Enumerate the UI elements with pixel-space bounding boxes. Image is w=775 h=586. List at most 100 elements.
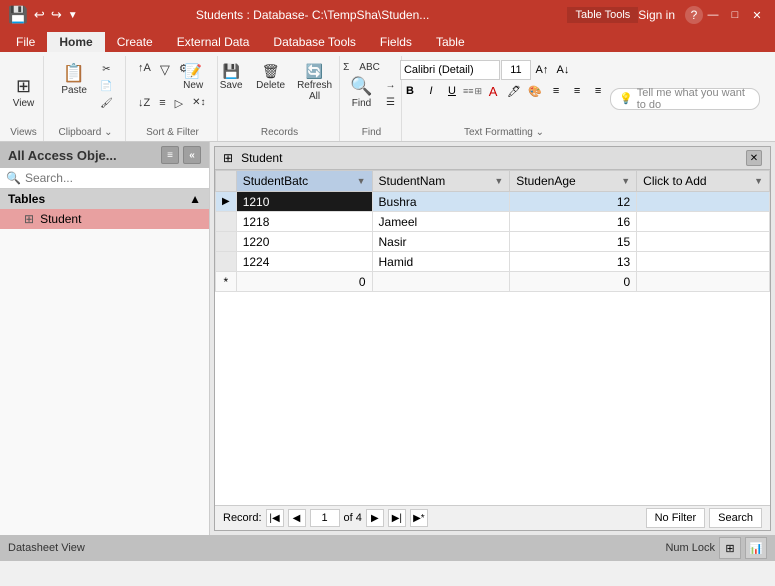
- close-btn[interactable]: ✕: [747, 5, 767, 25]
- ascending-btn[interactable]: ↑A: [134, 60, 155, 76]
- nav-pane: All Access Obje... ≡ « 🔍 Tables ▲ ⊞ Stud…: [0, 142, 210, 535]
- bold-btn[interactable]: B: [400, 82, 420, 100]
- cell-name-3[interactable]: Nasir: [372, 232, 510, 252]
- highlight-btn[interactable]: 🖊: [504, 82, 524, 100]
- undo-btn[interactable]: ↩: [34, 7, 45, 23]
- datasheet-view-btn[interactable]: ⊞: [719, 537, 741, 559]
- redo-btn[interactable]: ↪: [51, 7, 62, 23]
- cell-age-new[interactable]: 0: [510, 272, 637, 292]
- filter-btn[interactable]: ▽: [156, 60, 174, 80]
- view-btn[interactable]: ⊞ View: [6, 73, 42, 112]
- cell-name-4[interactable]: Hamid: [372, 252, 510, 272]
- main-content: ⊞ Student ✕ StudentBatc ▼: [210, 142, 775, 535]
- cell-age-3[interactable]: 15: [510, 232, 637, 252]
- find-btn[interactable]: 🔍 Find: [344, 73, 380, 112]
- minimize-btn[interactable]: —: [703, 5, 723, 25]
- tell-me-text: Tell me what you want to do: [637, 87, 751, 111]
- cell-name-1[interactable]: Bushra: [372, 192, 510, 212]
- col-header-age[interactable]: StudenAge ▼: [510, 171, 637, 192]
- font-color-btn[interactable]: A: [483, 82, 503, 100]
- font-name-input[interactable]: [400, 60, 500, 80]
- table-row[interactable]: 1224 Hamid 13: [216, 252, 770, 272]
- cell-age-2[interactable]: 16: [510, 212, 637, 232]
- delete-btn[interactable]: 🗑 Delete: [251, 60, 290, 94]
- italic-btn[interactable]: I: [421, 82, 441, 100]
- select-btn[interactable]: ☰: [382, 95, 400, 110]
- col-add-filter-icon[interactable]: ▼: [754, 176, 763, 186]
- cell-age-1[interactable]: 12: [510, 192, 637, 212]
- tab-create[interactable]: Create: [105, 32, 165, 52]
- delete-icon: 🗑: [262, 63, 280, 80]
- font-size-down-btn[interactable]: A↓: [553, 61, 573, 79]
- tab-file[interactable]: File: [4, 32, 47, 52]
- paste-btn[interactable]: 📋 Paste: [54, 60, 94, 99]
- next-record-btn[interactable]: ▶: [366, 509, 384, 527]
- table-window-name: Student: [241, 151, 282, 165]
- search-btn[interactable]: Search: [709, 508, 762, 528]
- cell-name-2[interactable]: Jameel: [372, 212, 510, 232]
- prev-record-btn[interactable]: ◀: [288, 509, 306, 527]
- format-painter-btn[interactable]: 🖌: [96, 96, 117, 111]
- background-color-btn[interactable]: 🎨: [525, 82, 545, 100]
- no-filter-btn[interactable]: No Filter: [646, 508, 706, 528]
- save-record-btn[interactable]: 💾 Save: [213, 60, 249, 94]
- current-record-input[interactable]: [310, 509, 340, 527]
- table-status-bar: Record: |◀ ◀ of 4 ▶ ▶| ▶* No Filter Sear…: [215, 505, 770, 530]
- cell-age-4[interactable]: 13: [510, 252, 637, 272]
- align-left-btn[interactable]: ≡: [546, 82, 566, 100]
- underline-btn[interactable]: U: [442, 82, 462, 100]
- go-to-btn[interactable]: →: [382, 78, 400, 93]
- nav-search-input[interactable]: [25, 171, 203, 185]
- find-icon: 🔍: [350, 76, 372, 98]
- first-record-btn[interactable]: |◀: [266, 509, 284, 527]
- font-size-up-btn[interactable]: A↑: [532, 61, 552, 79]
- table-row[interactable]: ▶ 1210 Bushra 12: [216, 192, 770, 212]
- table-close-btn[interactable]: ✕: [746, 150, 762, 166]
- tab-home[interactable]: Home: [47, 32, 104, 52]
- last-record-btn[interactable]: ▶|: [388, 509, 406, 527]
- font-size-input[interactable]: [501, 60, 531, 80]
- col-age-filter-icon[interactable]: ▼: [621, 176, 630, 186]
- view-icon: ⊞: [16, 76, 31, 98]
- nav-section-tables[interactable]: Tables ▲: [0, 189, 209, 209]
- nav-item-student[interactable]: ⊞ Student: [0, 209, 209, 229]
- new-record-btn[interactable]: ▶*: [410, 509, 428, 527]
- table-row[interactable]: 1220 Nasir 15: [216, 232, 770, 252]
- col-header-name[interactable]: StudentNam ▼: [372, 171, 510, 192]
- tab-external-data[interactable]: External Data: [165, 32, 262, 52]
- cut-btn[interactable]: ✂: [96, 62, 117, 77]
- refresh-btn[interactable]: 🔄 RefreshAll: [292, 60, 337, 105]
- records-label: Records: [261, 125, 298, 141]
- tell-me-input[interactable]: 💡 Tell me what you want to do: [610, 88, 760, 110]
- col-name-filter-icon[interactable]: ▼: [494, 176, 503, 186]
- cell-batch-1[interactable]: 1210: [236, 192, 372, 212]
- descending-btn[interactable]: ↓Z: [134, 95, 154, 111]
- cell-batch-new[interactable]: 0: [236, 272, 372, 292]
- save-icon[interactable]: 💾: [8, 5, 28, 25]
- cell-batch-2[interactable]: 1218: [236, 212, 372, 232]
- text-formatting-label: Text Formatting ⌄: [464, 125, 544, 141]
- tab-fields[interactable]: Fields: [368, 32, 424, 52]
- nav-collapse-btn[interactable]: «: [183, 146, 201, 164]
- quick-access-arrow[interactable]: ▼: [68, 10, 78, 21]
- maximize-btn[interactable]: □: [725, 5, 745, 25]
- tab-database-tools[interactable]: Database Tools: [261, 32, 368, 52]
- cell-batch-3[interactable]: 1220: [236, 232, 372, 252]
- table-row[interactable]: 1218 Jameel 16: [216, 212, 770, 232]
- cell-batch-4[interactable]: 1224: [236, 252, 372, 272]
- tab-table[interactable]: Table: [424, 32, 477, 52]
- col-header-batch[interactable]: StudentBatc ▼: [236, 171, 372, 192]
- new-record-row[interactable]: * 0 0: [216, 272, 770, 292]
- nav-sort-btn[interactable]: ≡: [161, 146, 179, 164]
- views-label: Views: [10, 125, 37, 141]
- col-header-click-to-add[interactable]: Click to Add ▼: [637, 171, 770, 192]
- selection-btn[interactable]: ≡: [155, 95, 169, 111]
- pivot-view-btn[interactable]: 📊: [745, 537, 767, 559]
- align-center-btn[interactable]: ≡: [567, 82, 587, 100]
- copy-btn[interactable]: 📄: [96, 79, 117, 94]
- cell-name-new[interactable]: [372, 272, 510, 292]
- col-batch-filter-icon[interactable]: ▼: [357, 176, 366, 186]
- new-btn[interactable]: 📝 New: [175, 60, 211, 94]
- sign-in-btn[interactable]: Sign in: [638, 8, 675, 22]
- help-btn[interactable]: ?: [685, 6, 703, 24]
